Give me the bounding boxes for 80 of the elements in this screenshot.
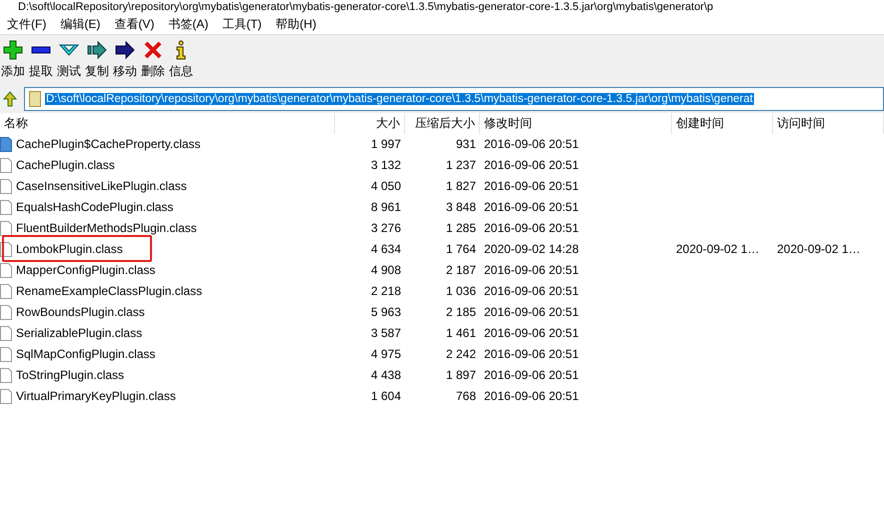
modified-cell: 2016-09-06 20:51 xyxy=(484,200,579,214)
window-title: D:\soft\localRepository\repository\org\mybatis\generator\mybatis-generator-core\1.3.5\mybatis-generator-core-1.3.5.jar\org\mybatis\generator\p xyxy=(17,0,714,14)
file-name[interactable]: ToStringPlugin.class xyxy=(16,365,124,386)
file-name[interactable]: EqualsHashCodePlugin.class xyxy=(16,197,174,218)
modified-cell: 2016-09-06 20:51 xyxy=(484,221,579,235)
file-name[interactable]: FluentBuilderMethodsPlugin.class xyxy=(16,218,197,239)
packed-size-cell: 768 xyxy=(456,389,476,403)
size-cell: 1 604 xyxy=(370,389,401,403)
file-name[interactable]: LombokPlugin.class xyxy=(16,239,123,260)
packed-size-cell: 1 897 xyxy=(446,368,476,382)
column-header[interactable]: 名称 xyxy=(0,113,335,134)
column-header[interactable]: 访问时间 xyxy=(773,113,884,134)
toolbar-button[interactable]: 提取 xyxy=(28,40,54,80)
toolbar-button[interactable]: 复制 xyxy=(84,40,110,80)
modified-cell: 2016-09-06 20:51 xyxy=(484,347,579,361)
modified-cell: 2016-09-06 20:51 xyxy=(484,368,579,382)
file-name[interactable]: VirtualPrimaryKeyPlugin.class xyxy=(16,386,176,407)
toolbar-button[interactable]: 信息 xyxy=(168,40,194,80)
packed-size-cell: 2 187 xyxy=(446,263,476,277)
file-name[interactable]: SqlMapConfigPlugin.class xyxy=(16,344,156,365)
column-header[interactable]: 压缩后大小 xyxy=(405,113,480,134)
modified-cell: 2016-09-06 20:51 xyxy=(484,179,579,193)
modified-cell: 2016-09-06 20:51 xyxy=(484,158,579,172)
toolbar-button[interactable]: 删除 xyxy=(140,40,166,80)
size-cell: 5 963 xyxy=(370,305,401,319)
address-field[interactable]: D:\soft\localRepository\repository\org\mybatis\generator\mybatis-generator-core\1.3.5\mybatis-generator-core-1.3.5.jar\org\mybatis\generat xyxy=(24,87,884,111)
column-header[interactable]: 修改时间 xyxy=(480,113,672,134)
packed-size-cell: 931 xyxy=(456,137,476,151)
created-cell: 2020-09-02 1… xyxy=(676,242,760,256)
menu-item[interactable]: 书签(A) xyxy=(161,16,216,32)
plus-icon xyxy=(3,40,23,60)
packed-size-cell: 1 237 xyxy=(446,158,476,172)
modified-cell: 2016-09-06 20:51 xyxy=(484,284,579,298)
packed-size-cell: 1 036 xyxy=(446,284,476,298)
arrow-icon xyxy=(115,40,135,60)
packed-size-cell: 3 848 xyxy=(446,200,476,214)
size-cell: 4 634 xyxy=(370,242,401,256)
size-cell: 8 961 xyxy=(370,200,401,214)
size-cell: 1 997 xyxy=(370,137,401,151)
packed-size-cell: 1 285 xyxy=(446,221,476,235)
modified-cell: 2016-09-06 20:51 xyxy=(484,305,579,319)
size-cell: 4 050 xyxy=(370,179,401,193)
file-name[interactable]: CachePlugin.class xyxy=(16,155,115,176)
file-name[interactable]: RowBoundsPlugin.class xyxy=(16,302,145,323)
menu-item[interactable]: 帮助(H) xyxy=(268,16,324,32)
x-mark-icon xyxy=(143,40,163,60)
accessed-cell: 2020-09-02 1… xyxy=(777,242,860,256)
toolbar-button[interactable]: 测试 xyxy=(56,40,82,80)
size-cell: 3 276 xyxy=(370,221,401,235)
modified-cell: 2016-09-06 20:51 xyxy=(484,389,579,403)
file-name[interactable]: CachePlugin$CacheProperty.class xyxy=(16,134,201,155)
column-header[interactable]: 创建时间 xyxy=(672,113,773,134)
size-cell: 4 908 xyxy=(370,263,401,277)
packed-size-cell: 1 764 xyxy=(446,242,476,256)
menu-item[interactable]: 文件(F) xyxy=(0,16,54,32)
file-name[interactable]: RenameExampleClassPlugin.class xyxy=(16,281,202,302)
file-name[interactable]: MapperConfigPlugin.class xyxy=(16,260,156,281)
menu-item[interactable]: 工具(T) xyxy=(215,16,269,32)
size-cell: 3 587 xyxy=(370,326,401,340)
packed-size-cell: 1 827 xyxy=(446,179,476,193)
size-cell: 4 975 xyxy=(370,347,401,361)
modified-cell: 2020-09-02 14:28 xyxy=(484,242,579,256)
up-arrow-icon[interactable] xyxy=(2,91,18,107)
size-cell: 3 132 xyxy=(370,158,401,172)
size-cell: 4 438 xyxy=(370,368,401,382)
packed-size-cell: 1 461 xyxy=(446,326,476,340)
file-name[interactable]: CaseInsensitiveLikePlugin.class xyxy=(16,176,187,197)
arrow-icon xyxy=(87,40,107,60)
menu-item[interactable]: 编辑(E) xyxy=(53,16,108,32)
toolbar-button[interactable]: 添加 xyxy=(0,40,26,80)
size-cell: 2 218 xyxy=(370,284,401,298)
column-header[interactable]: 大小 xyxy=(335,113,405,134)
modified-cell: 2016-09-06 20:51 xyxy=(484,326,579,340)
modified-cell: 2016-09-06 20:51 xyxy=(484,263,579,277)
modified-cell: 2016-09-06 20:51 xyxy=(484,137,579,151)
toolbar-button[interactable]: 移动 xyxy=(112,40,138,80)
file-name[interactable]: SerializablePlugin.class xyxy=(16,323,142,344)
packed-size-cell: 2 185 xyxy=(446,305,476,319)
packed-size-cell: 2 242 xyxy=(446,347,476,361)
menu-item[interactable]: 查看(V) xyxy=(107,16,162,32)
